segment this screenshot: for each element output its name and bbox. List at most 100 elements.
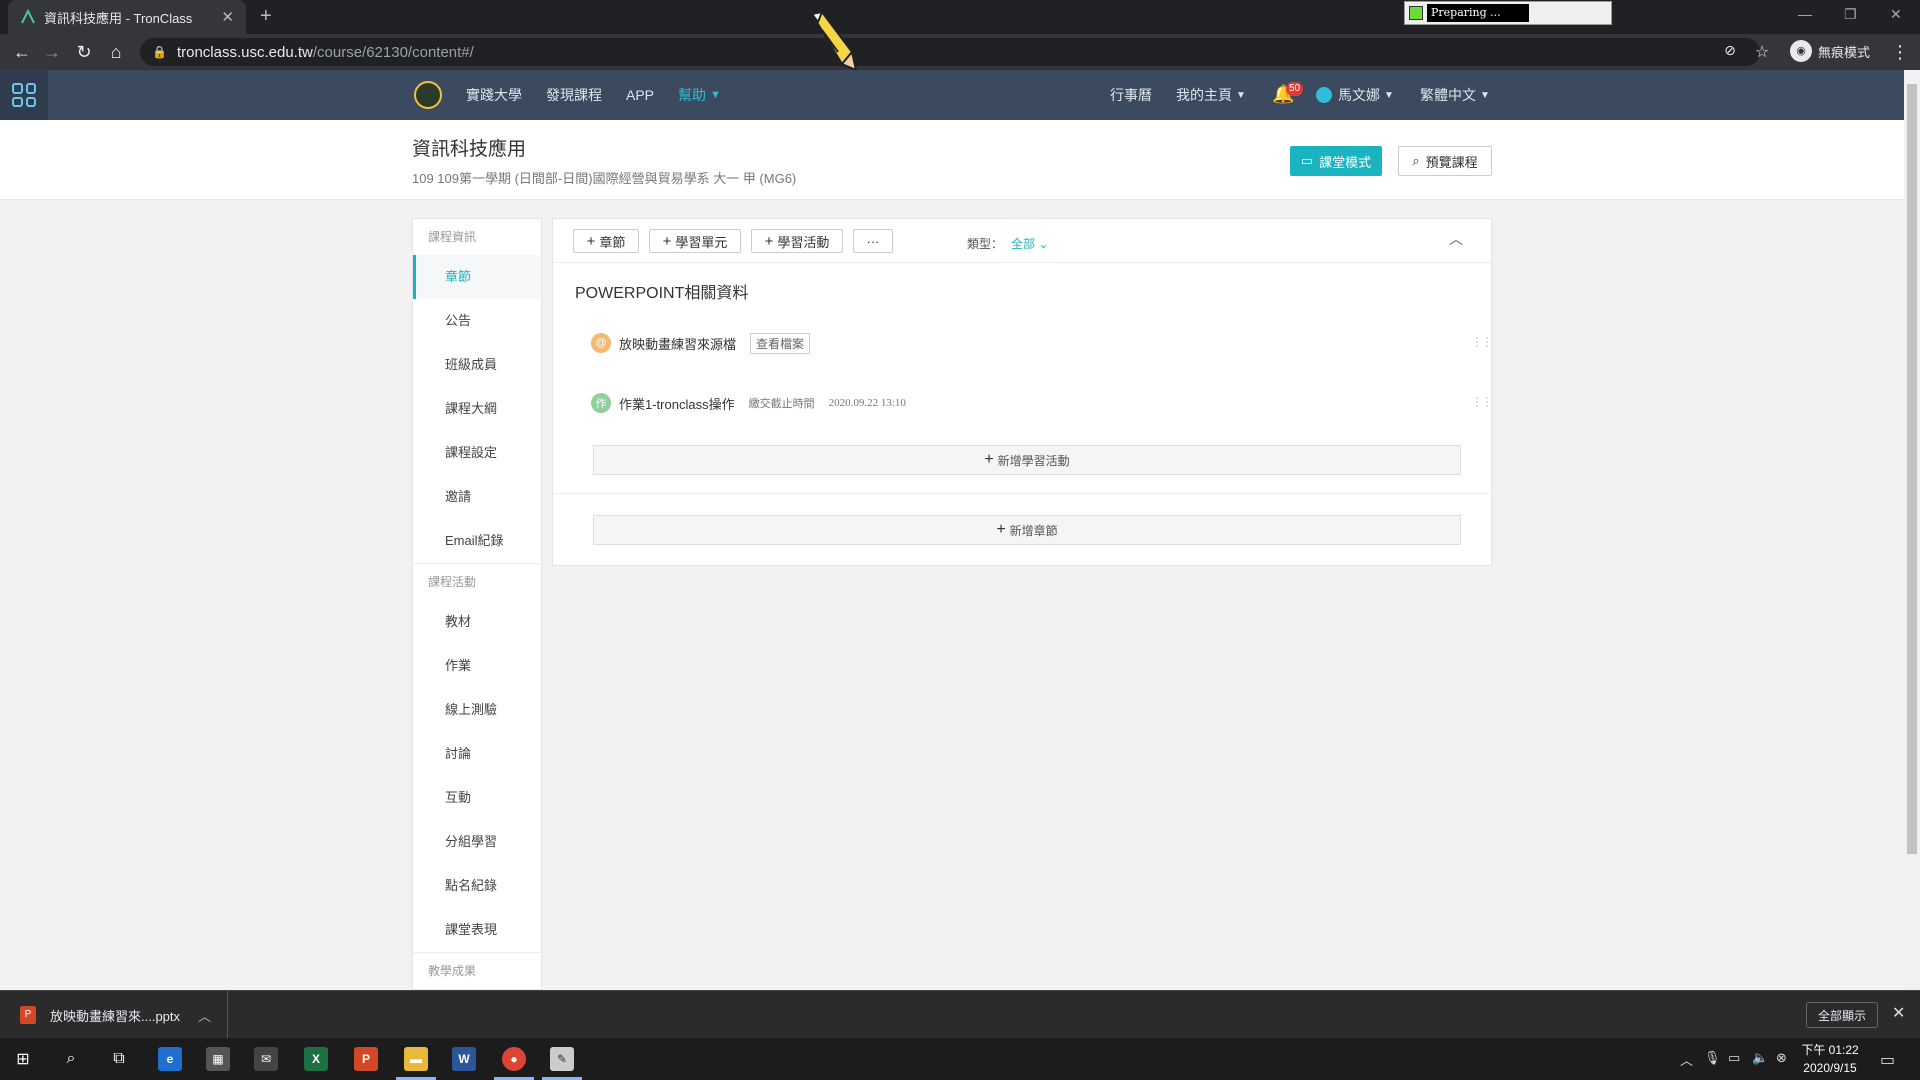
paint-icon[interactable]: ✎ [550, 1047, 574, 1071]
microphone-icon[interactable]: 🎙 [1704, 1050, 1721, 1066]
eye-off-icon[interactable]: ⊘ [1720, 42, 1740, 59]
file-explorer-icon[interactable]: ▬ [404, 1047, 428, 1071]
network-icon[interactable]: ▭ [1728, 1050, 1740, 1066]
sidebar-item-syllabus[interactable]: 課程大綱 [413, 387, 541, 431]
star-icon[interactable]: ☆ [1752, 42, 1772, 62]
nav-usc[interactable]: 實踐大學 [466, 85, 522, 105]
nav-calendar[interactable]: 行事曆 [1110, 85, 1152, 105]
add-activity-label: 學習活動 [777, 234, 830, 250]
forward-icon[interactable]: → [42, 42, 62, 63]
sidebar-item-attendance[interactable]: 點名紀錄 [413, 864, 541, 908]
scrollbar-thumb[interactable] [1907, 84, 1917, 854]
chevron-up-icon[interactable]: ︿ [198, 1006, 211, 1025]
minimize-button[interactable]: — [1798, 6, 1812, 22]
restore-button[interactable]: ❐ [1844, 6, 1857, 23]
tab-title: 資訊科技應用 - TronClass [44, 10, 193, 26]
preview-course-button[interactable]: ⌕ 預覽課程 [1398, 146, 1492, 176]
add-activity-bar[interactable]: + 新增學習活動 [593, 445, 1461, 475]
taskbar-clock[interactable]: 下午 01:22 2020/9/15 [1790, 1041, 1870, 1077]
word-icon[interactable]: W [452, 1047, 476, 1071]
sidebar-item-settings[interactable]: 課程設定 [413, 431, 541, 475]
class-mode-label: 課堂模式 [1319, 154, 1372, 170]
class-mode-button[interactable]: ▭ 課堂模式 [1290, 146, 1382, 176]
edge-icon[interactable]: e [158, 1047, 182, 1071]
sidebar-item-performance[interactable]: 課堂表現 [413, 908, 541, 952]
notifications-icon[interactable]: ▭ [1880, 1050, 1895, 1070]
nav-my-home[interactable]: 我的主頁 [1176, 85, 1232, 105]
view-file-tag[interactable]: 查看檔案 [750, 332, 811, 354]
nav-discover-courses[interactable]: 發現課程 [546, 85, 602, 105]
pencil-cursor-icon [810, 12, 858, 72]
browser-tab[interactable]: 資訊科技應用 - TronClass ✕ [8, 0, 246, 34]
excel-icon[interactable]: X [304, 1047, 328, 1071]
drag-handle-icon[interactable]: ⋮⋮ [1471, 335, 1493, 349]
school-logo[interactable] [414, 81, 442, 109]
site-header: 實踐大學 發現課程 APP 幫助 ▼ 行事曆 我的主頁 ▼ 🔔 50 馬文娜 ▼… [0, 70, 1904, 120]
chevron-down-icon: ▼ [1236, 89, 1246, 101]
language-select[interactable]: 繁體中文 ▼ [1420, 70, 1490, 120]
sidebar-item-chapters[interactable]: 章節 [413, 255, 541, 299]
url-input[interactable]: 🔒 tronclass.usc.edu.tw /course/62130/con… [140, 38, 1760, 66]
reload-icon[interactable]: ↻ [74, 42, 94, 63]
activity-name[interactable]: 作業1-tronclass操作 [619, 394, 735, 413]
nav-help[interactable]: 幫助 [678, 85, 706, 105]
type-filter-label: 類型： [967, 237, 1004, 251]
browser-menu-icon[interactable]: ⋮ [1890, 42, 1910, 63]
add-chapter-bar[interactable]: + 新增章節 [593, 515, 1461, 545]
sidebar-item-discussion[interactable]: 討論 [413, 732, 541, 776]
sidebar-item-announcements[interactable]: 公告 [413, 299, 541, 343]
sidebar-item-email-log[interactable]: Email紀錄 [413, 519, 541, 563]
sidebar-item-materials[interactable]: 教材 [413, 600, 541, 644]
task-view-icon[interactable]: ⧉ [104, 1044, 134, 1074]
sidebar-item-invite[interactable]: 邀請 [413, 475, 541, 519]
drag-handle-icon[interactable]: ⋮⋮ [1471, 395, 1493, 409]
page-scrollbar[interactable] [1904, 70, 1920, 990]
add-activity-button[interactable]: + 學習活動 [751, 229, 843, 253]
plus-icon: + [984, 451, 994, 468]
plus-icon: + [764, 232, 774, 250]
chat-icon: ▭ [1300, 153, 1314, 168]
close-window-button[interactable]: ✕ [1890, 6, 1902, 23]
activity-name[interactable]: 放映動畫練習來源檔 [619, 334, 736, 353]
search-icon[interactable]: ⌕ [56, 1044, 86, 1074]
nav-app[interactable]: APP [626, 87, 654, 103]
activity-row[interactable]: 作 作業1-tronclass操作 繳交截止時間 2020.09.22 13:1… [591, 389, 906, 417]
sidebar-item-group-learning[interactable]: 分組學習 [413, 820, 541, 864]
app-switcher[interactable] [0, 70, 48, 120]
file-activity-icon: @ [591, 333, 611, 353]
incognito-indicator[interactable]: ◉ 無痕模式 [1790, 40, 1870, 62]
deadline-date: 2020.09.22 13:10 [828, 397, 906, 409]
show-all-downloads-button[interactable]: 全部顯示 [1806, 1002, 1878, 1028]
plus-icon: + [586, 232, 596, 250]
address-bar-row: ← → ↻ ⌂ 🔒 tronclass.usc.edu.tw /course/6… [0, 34, 1920, 70]
user-menu[interactable]: 馬文娜 ▼ [1338, 70, 1394, 120]
tray-chevron-icon[interactable]: ︿ [1680, 1050, 1693, 1069]
close-download-bar-icon[interactable]: ✕ [1892, 1003, 1905, 1023]
new-tab-button[interactable]: + [260, 5, 272, 28]
user-avatar-icon[interactable] [1316, 87, 1332, 103]
download-item[interactable]: P 放映動畫練習來....pptx ︿ [12, 991, 228, 1039]
plus-icon: + [996, 521, 1006, 538]
home-icon[interactable]: ⌂ [106, 42, 126, 63]
type-filter-select[interactable]: 全部 ⌄ [1011, 235, 1048, 252]
store-icon[interactable]: ▦ [206, 1047, 230, 1071]
chrome-icon[interactable]: ● [502, 1047, 526, 1071]
collapse-up-icon[interactable]: ︿ [1449, 229, 1463, 249]
sidebar-item-homework[interactable]: 作業 [413, 644, 541, 688]
volume-icon[interactable]: 🔈 [1752, 1050, 1768, 1066]
back-icon[interactable]: ← [12, 42, 32, 63]
mail-icon[interactable]: ✉ [254, 1047, 278, 1071]
sidebar-item-interaction[interactable]: 互動 [413, 776, 541, 820]
activity-row[interactable]: @ 放映動畫練習來源檔 查看檔案 [591, 329, 811, 357]
sidebar-item-members[interactable]: 班級成員 [413, 343, 541, 387]
deadline-label: 繳交截止時間 [748, 398, 815, 410]
add-unit-button[interactable]: + 學習單元 [649, 229, 741, 253]
powerpoint-icon[interactable]: P [354, 1047, 378, 1071]
tab-close-icon[interactable]: ✕ [221, 8, 234, 26]
more-button[interactable]: ··· [853, 229, 893, 253]
status-icon[interactable]: ⊗ [1776, 1050, 1787, 1066]
add-chapter-button[interactable]: + 章節 [573, 229, 639, 253]
notification-badge: 50 [1286, 82, 1304, 96]
sidebar-item-online-quiz[interactable]: 線上測驗 [413, 688, 541, 732]
windows-start-icon[interactable]: ⊞ [8, 1044, 38, 1074]
